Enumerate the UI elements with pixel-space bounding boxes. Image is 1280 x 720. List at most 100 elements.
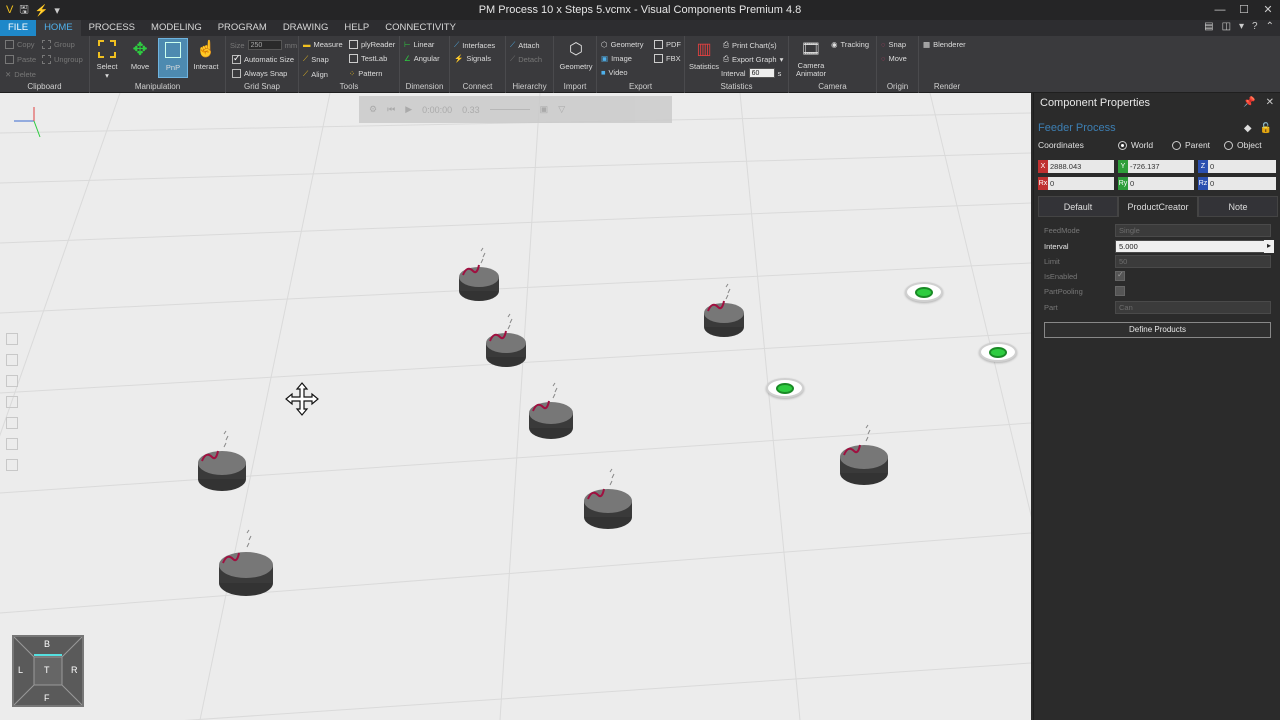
interact-button[interactable]: ☝ Interact [191, 38, 221, 71]
navcube-top[interactable]: T [44, 665, 50, 675]
limit-input[interactable]: 50 [1115, 255, 1271, 268]
automatic-size-checkbox[interactable]: Automatic Size [232, 53, 294, 64]
camera-animator-button[interactable]: 🎞 Camera Animator [793, 38, 829, 78]
part-can[interactable] [580, 463, 638, 531]
tab-home[interactable]: HOME [36, 20, 81, 36]
reset-icon[interactable]: ⏮ [387, 104, 395, 115]
y-field[interactable]: Y -726.137 [1118, 160, 1194, 173]
pattern-button[interactable]: ⁘ Pattern [349, 69, 382, 78]
part-can[interactable] [215, 523, 279, 599]
settings-icon[interactable]: ⚙ [369, 104, 377, 115]
filter-icon[interactable]: ▽ [558, 104, 565, 115]
export-pdf-button[interactable]: PDF [654, 40, 681, 49]
collapse-ribbon-icon[interactable]: ⌃ [1266, 21, 1274, 32]
plyreader-button[interactable]: plyReader [349, 40, 395, 49]
import-geometry-button[interactable]: ⬡ Geometry [558, 38, 594, 71]
export-video-button[interactable]: ■ Video [601, 68, 628, 77]
tab-help[interactable]: HELP [336, 20, 377, 36]
window-icon[interactable]: ◫ [1222, 21, 1231, 32]
tracking-button[interactable]: ◉ Tracking [831, 40, 869, 49]
linear-button[interactable]: ⊢ Linear [404, 40, 434, 49]
3d-viewport[interactable]: ⚙ ⏮ ▶ 0:00:00 0.33 ▣ ▽ B L T R F [0, 93, 1031, 720]
detach-button[interactable]: ⟋ Detach [510, 54, 542, 64]
tab-note[interactable]: Note [1198, 196, 1278, 217]
dropdown-icon[interactable]: ▾ [1239, 21, 1244, 32]
feeder-process[interactable] [766, 378, 804, 398]
navcube-back[interactable]: B [44, 639, 50, 649]
tab-modeling[interactable]: MODELING [143, 20, 210, 36]
attach-button[interactable]: ⟋ Attach [510, 40, 540, 50]
group-button[interactable]: Group [42, 40, 75, 49]
signals-button[interactable]: ⚡ Signals [454, 54, 491, 63]
blenderer-button[interactable]: ▦ Blenderer [923, 40, 966, 49]
play-icon[interactable]: ▶ [405, 104, 412, 115]
interval-input[interactable]: 5.000 [1115, 240, 1271, 253]
tab-connectivity[interactable]: CONNECTIVITY [377, 20, 464, 36]
origin-snap-button[interactable]: ◌ Snap [881, 40, 906, 49]
partpooling-checkbox[interactable] [1115, 286, 1125, 296]
minimize-button[interactable]: — [1208, 0, 1232, 20]
ry-field[interactable]: Ry 0 [1118, 177, 1194, 190]
angular-button[interactable]: ∠ Angular [404, 54, 440, 63]
tab-productcreator[interactable]: ProductCreator [1118, 196, 1198, 217]
pnp-button[interactable]: PnP [158, 38, 188, 78]
export-fbx-button[interactable]: FBX [654, 54, 681, 63]
view-tool-icon[interactable] [6, 333, 18, 345]
part-can[interactable] [482, 309, 532, 369]
speed-slider[interactable] [489, 109, 530, 110]
tab-default[interactable]: Default [1038, 196, 1118, 217]
part-can[interactable] [455, 243, 505, 303]
statistics-button[interactable]: ▥ Statistics [687, 38, 721, 71]
select-button[interactable]: Select ▾ [92, 38, 122, 80]
paste-button[interactable]: Paste [5, 55, 36, 64]
lock-icon[interactable]: 🔓 [1260, 123, 1272, 134]
tag-icon[interactable]: ◆ [1244, 123, 1252, 134]
define-products-button[interactable]: Define Products [1044, 322, 1271, 338]
move-button[interactable]: ✥ Move [125, 38, 155, 72]
feedmode-select[interactable]: Single [1115, 224, 1271, 237]
view-tool-icon[interactable] [6, 438, 18, 450]
navcube-left[interactable]: L [18, 665, 23, 675]
part-can[interactable] [700, 279, 750, 339]
view-tool-icon[interactable] [6, 459, 18, 471]
measure-button[interactable]: ▬ Measure [303, 40, 343, 49]
view-tool-icon[interactable] [6, 375, 18, 387]
copy-button[interactable]: Copy [5, 40, 35, 49]
help-icon[interactable]: ? [1252, 21, 1258, 32]
always-snap-checkbox[interactable]: Always Snap [232, 69, 287, 78]
statistics-interval-field[interactable]: Interval 60 s [721, 68, 781, 78]
record-icon[interactable]: ▣ [540, 104, 549, 115]
navcube-right[interactable]: R [71, 665, 78, 675]
x-field[interactable]: X 2888.043 [1038, 160, 1114, 173]
print-charts-button[interactable]: ⎙ Print Chart(s) [723, 40, 777, 50]
delete-button[interactable]: ✕ Delete [5, 70, 36, 79]
isenabled-checkbox[interactable]: ✓ [1115, 270, 1125, 281]
layout-icon[interactable]: ▤ [1204, 21, 1213, 32]
interval-expand-button[interactable]: ▸ [1264, 240, 1274, 253]
save-icon[interactable]: 🖫 [19, 1, 28, 20]
part-select[interactable]: Can [1115, 301, 1271, 314]
close-panel-icon[interactable]: ✕ [1266, 97, 1274, 108]
coord-parent-radio[interactable]: Parent [1172, 140, 1210, 150]
coord-object-radio[interactable]: Object [1224, 140, 1262, 150]
grid-size-field[interactable]: Size 250 mm [230, 40, 297, 50]
lightning-icon[interactable]: ⚡ [35, 4, 49, 17]
view-tool-icon[interactable] [6, 417, 18, 429]
tab-drawing[interactable]: DRAWING [275, 20, 337, 36]
pin-icon[interactable]: 📌 [1243, 97, 1255, 108]
export-image-button[interactable]: ▣ Image [601, 54, 632, 63]
tab-process[interactable]: PROCESS [81, 20, 143, 36]
tab-file[interactable]: FILE [0, 20, 37, 36]
part-can[interactable] [194, 425, 252, 493]
interfaces-button[interactable]: ⟋ Interfaces [454, 40, 495, 50]
z-field[interactable]: Z0 [1198, 160, 1276, 173]
export-geometry-button[interactable]: ⬡ Geometry [601, 40, 644, 49]
align-button[interactable]: ⟋ Align [303, 69, 328, 79]
export-graph-button[interactable]: ⎙ Export Graph ▾ [723, 54, 783, 64]
ungroup-button[interactable]: Ungroup [42, 55, 83, 64]
part-can[interactable] [836, 419, 894, 487]
rz-field[interactable]: Rz 0 [1198, 177, 1276, 190]
feeder-process[interactable] [979, 342, 1017, 362]
navigation-cube[interactable]: B L T R F [12, 635, 84, 707]
feeder-process[interactable] [905, 282, 943, 302]
